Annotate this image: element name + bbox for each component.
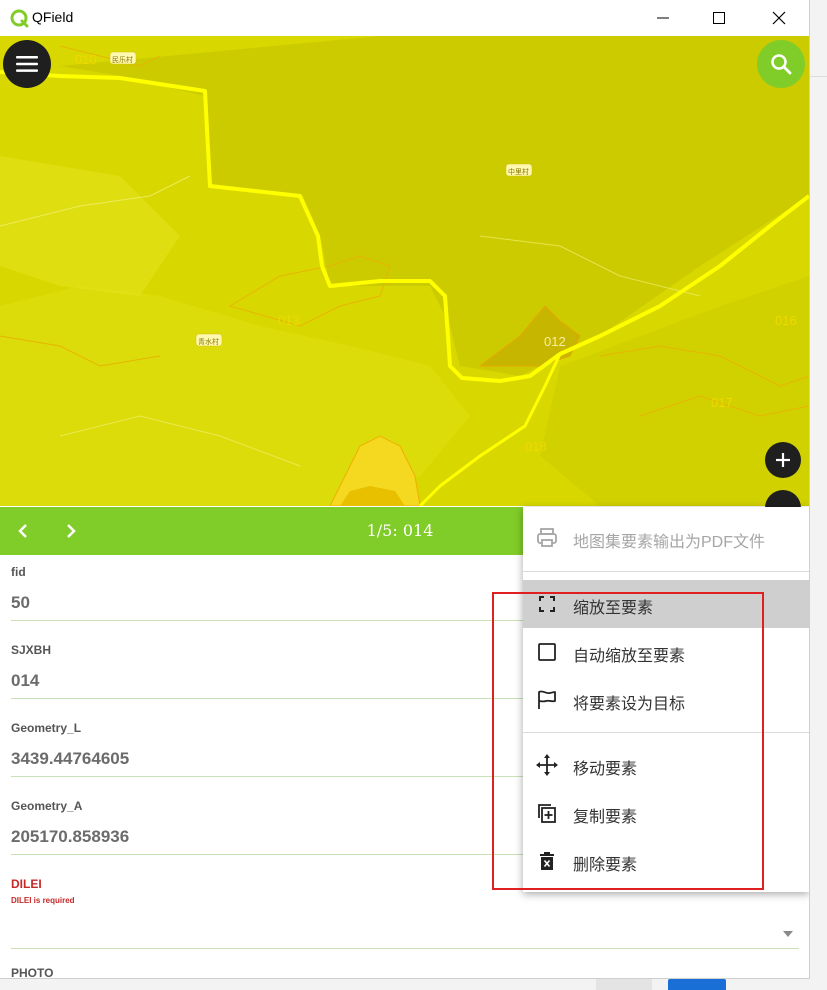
next-feature-button[interactable] [57, 517, 85, 545]
chevron-right-icon [67, 524, 76, 538]
menu-divider [523, 732, 809, 733]
dropdown-arrow-icon[interactable] [783, 931, 793, 937]
zoom-to-feature-icon [539, 596, 555, 612]
maximize-button[interactable] [696, 0, 742, 36]
main-menu-button[interactable] [3, 40, 51, 88]
background-button [596, 979, 652, 990]
duplicate-icon [538, 804, 556, 823]
menu-item-zoom-to-feature[interactable]: 缩放至要素 [523, 580, 809, 628]
menu-item-label: 删除要素 [573, 857, 638, 874]
menu-item-duplicate-feature[interactable]: 复制要素 [523, 789, 809, 837]
minimize-icon [657, 17, 669, 19]
dilei-dropdown[interactable] [11, 907, 799, 947]
map-canvas[interactable]: 010 013 012 016 017 018 民乐村 中里村 青水村 [0, 36, 809, 506]
menu-divider [523, 571, 809, 572]
required-note: DILEI is required [11, 896, 75, 905]
background-button [668, 979, 726, 990]
village-label: 中里村 [508, 167, 529, 176]
feature-context-menu: 地图集要素输出为PDF文件 缩放至要素 自动缩放至要素 将要素设为目标 移动要素… [523, 507, 809, 892]
search-icon [771, 54, 792, 75]
menu-item-label: 缩放至要素 [573, 600, 654, 617]
menu-item-label: 自动缩放至要素 [573, 648, 686, 665]
feature-nav-title: 1/5: 014 [366, 521, 434, 540]
delete-icon [540, 852, 554, 870]
hamburger-icon [16, 56, 38, 72]
move-icon [536, 754, 558, 776]
chevron-left-icon [18, 524, 27, 538]
field-photo: PHOTO [11, 966, 799, 979]
menu-item-print-pdf[interactable]: 地图集要素输出为PDF文件 [523, 514, 809, 562]
parcel-label: 018 [525, 439, 547, 454]
close-icon [772, 11, 786, 25]
village-label: 青水村 [198, 337, 219, 346]
menu-item-auto-zoom[interactable]: 自动缩放至要素 [523, 628, 809, 676]
menu-item-label: 将要素设为目标 [573, 696, 686, 713]
menu-item-delete-feature[interactable]: 删除要素 [523, 837, 809, 885]
field-label: PHOTO [11, 966, 54, 979]
previous-feature-button[interactable] [9, 517, 37, 545]
maximize-icon [713, 12, 725, 24]
flag-icon [538, 690, 556, 709]
window-title: QField [32, 9, 74, 25]
menu-item-label: 复制要素 [573, 809, 638, 826]
qfield-logo-icon [10, 9, 29, 28]
map-layer: 010 013 012 016 017 018 民乐村 中里村 青水村 [0, 36, 809, 506]
search-button[interactable] [757, 40, 805, 88]
parcel-label: 012 [544, 334, 566, 349]
title-bar: QField [0, 0, 809, 36]
background-window-strip [0, 979, 827, 990]
background-window-edge [810, 36, 827, 979]
parcel-label: 017 [711, 395, 733, 410]
plus-icon [776, 453, 790, 467]
field-underline [11, 948, 799, 949]
menu-item-label: 移动要素 [573, 761, 638, 778]
close-button[interactable] [756, 0, 802, 36]
zoom-in-button[interactable] [765, 442, 801, 478]
village-label: 民乐村 [112, 55, 133, 64]
qfield-window: QField 010 013 012 016 017 018 民乐村 中里村 青… [0, 0, 810, 979]
parcel-label: 010 [75, 52, 97, 67]
parcel-label: 016 [775, 313, 797, 328]
menu-item-move-feature[interactable]: 移动要素 [523, 741, 809, 789]
printer-icon [537, 528, 557, 547]
minimize-button[interactable] [640, 0, 686, 36]
checkbox-icon [538, 643, 556, 661]
menu-item-set-target[interactable]: 将要素设为目标 [523, 676, 809, 724]
parcel-label: 013 [278, 313, 300, 328]
menu-item-label: 地图集要素输出为PDF文件 [573, 534, 766, 551]
